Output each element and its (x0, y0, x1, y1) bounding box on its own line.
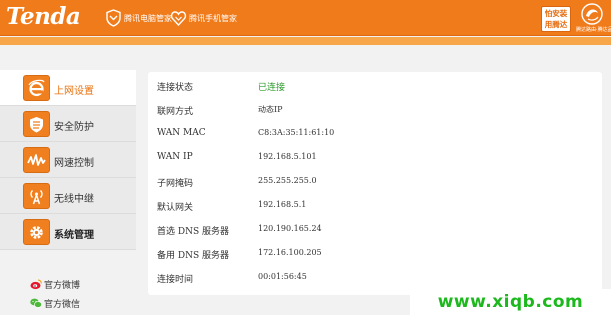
status-row-connection-time: 连接时间 00:01:56:45 (148, 267, 602, 291)
shield-icon (23, 111, 50, 137)
brand-swirl-icon (581, 3, 603, 25)
sidebar-item-speed-control[interactable]: 网速控制 (0, 142, 136, 178)
sidebar-item-wireless-repeater[interactable]: 无线中继 (0, 178, 136, 214)
row-key: 联网方式 (157, 107, 194, 117)
weibo-icon (30, 279, 42, 290)
sidebar-item-label: 上网设置 (54, 86, 94, 97)
row-key: 备用 DNS 服务器 (157, 251, 229, 261)
sidebar-item-label: 系统管理 (54, 230, 94, 241)
brand-mark: 腾达路由·腾达品质 (576, 2, 611, 34)
row-value: 192.168.5.101 (258, 152, 317, 161)
status-row-wan-mac: WAN MAC C8:3A:35:11:61:10 (148, 123, 602, 147)
header-strip (0, 37, 611, 45)
row-key: 连接状态 (157, 83, 194, 93)
sidebar-item-label: 无线中继 (54, 194, 94, 205)
row-value: 255.255.255.0 (258, 176, 317, 185)
social-label: 官方微信 (44, 299, 81, 310)
partner-mobile-manager[interactable]: 腾讯手机管家 (170, 8, 237, 28)
gear-icon (23, 219, 50, 245)
sidebar-nav: 上网设置 安全防护 网速控制 无线中继 系统管理 (0, 70, 136, 250)
speed-wave-icon (23, 147, 50, 173)
row-key: 默认网关 (157, 203, 194, 213)
partner-pc-manager[interactable]: 腾讯电脑管家 (105, 8, 172, 28)
tenda-logo[interactable]: Tenda (6, 3, 81, 31)
status-row-default-gateway: 默认网关 192.168.5.1 (148, 195, 602, 219)
wechat-icon (30, 298, 42, 308)
row-key: WAN IP (157, 152, 193, 162)
top-header: Tenda 腾讯电脑管家 腾讯手机管家 怕安装 用腾达 腾达路由·腾达品质 (0, 0, 611, 36)
row-value: C8:3A:35:11:61:10 (258, 128, 335, 137)
official-wechat-link[interactable]: 官方微信 (30, 296, 130, 310)
sidebar-item-system-management[interactable]: 系统管理 (0, 214, 136, 250)
official-weibo-link[interactable]: 官方微博 (30, 277, 130, 291)
partner-label: 腾讯手机管家 (189, 13, 237, 23)
row-value: 192.168.5.1 (258, 200, 307, 209)
row-key: 首选 DNS 服务器 (157, 227, 229, 237)
wireless-tower-icon (23, 183, 50, 209)
status-row-primary-dns: 首选 DNS 服务器 120.190.165.24 (148, 219, 602, 243)
connection-status-panel: 连接状态 已连接 联网方式 动态IP WAN MAC C8:3A:35:11:6… (148, 72, 602, 295)
partner-label: 腾讯电脑管家 (124, 13, 172, 23)
heart-shield-icon (170, 11, 187, 27)
row-key: 连接时间 (157, 275, 194, 285)
badge-line-2: 用腾达 (544, 20, 568, 29)
status-row-connection: 连接状态 已连接 (148, 75, 602, 99)
badge-line-1: 怕安装 (544, 9, 568, 18)
row-value: 172.16.100.205 (258, 248, 322, 257)
sidebar-item-security[interactable]: 安全防护 (0, 106, 136, 142)
connection-status-value: 已连接 (258, 83, 286, 93)
internet-explorer-icon (23, 75, 50, 101)
row-key: 子网掩码 (157, 179, 194, 189)
site-watermark: www.xiqb.com (410, 289, 611, 315)
sidebar-item-label: 网速控制 (54, 158, 94, 169)
status-row-secondary-dns: 备用 DNS 服务器 172.16.100.205 (148, 243, 602, 267)
row-value: 00:01:56:45 (258, 272, 307, 281)
sidebar-item-internet-settings[interactable]: 上网设置 (0, 70, 136, 106)
social-label: 官方微博 (44, 280, 81, 291)
row-key: WAN MAC (157, 128, 206, 138)
sidebar-item-label: 安全防护 (54, 122, 94, 133)
easy-install-badge[interactable]: 怕安装 用腾达 (541, 6, 571, 32)
status-row-subnet-mask: 子网掩码 255.255.255.0 (148, 171, 602, 195)
status-row-wan-ip: WAN IP 192.168.5.101 (148, 147, 602, 171)
row-value: 动态IP (258, 105, 283, 114)
brand-caption: 腾达路由·腾达品质 (576, 27, 611, 33)
row-value: 120.190.165.24 (258, 224, 322, 233)
shield-icon (106, 9, 121, 27)
status-row-wan-type: 联网方式 动态IP (148, 99, 602, 123)
